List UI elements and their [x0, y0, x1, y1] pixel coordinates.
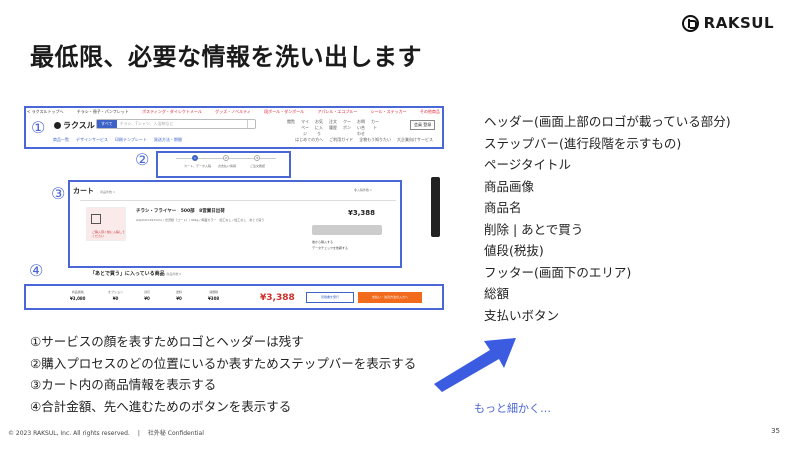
mock-later-count: 商品件数 0 [166, 272, 182, 276]
list-item: 商品名 [484, 200, 522, 215]
marker-3: ③ [51, 184, 66, 203]
list-item: ヘッダー(画面上部のロゴが載っている部分) [484, 114, 731, 129]
marker-1: ① [31, 118, 46, 137]
raksul-logo-icon [681, 14, 699, 32]
list-item: フッター(画面下のエリア) [484, 264, 632, 280]
page-number: 35 [771, 427, 780, 435]
note-item: ①サービスの顔を表すためロゴとヘッダーは残す [30, 334, 304, 349]
marker-2: ② [135, 150, 150, 169]
list-item: ページタイトル [484, 157, 572, 172]
highlight-cart [68, 180, 402, 268]
note-item: ②購入プロセスのどの位置にいるか表すためステップバーを表示する [30, 355, 417, 371]
brand-name: RAKSUL [703, 14, 774, 32]
more-detail-link[interactable]: もっと細かく… [474, 400, 551, 416]
marker-4: ④ [29, 261, 44, 280]
note-item: ③カート内の商品情報を表示する [30, 377, 217, 392]
arrow-icon [434, 338, 516, 392]
copyright: © 2023 RAKSUL, Inc. All rights reserved. [8, 430, 130, 437]
list-item: ステップバー(進行段階を示すもの) [484, 135, 682, 151]
list-item: 値段(税抜) [484, 243, 544, 258]
list-item: 総額 [484, 286, 510, 301]
slide-footer: © 2023 RAKSUL, Inc. All rights reserved.… [8, 430, 204, 437]
mock-later-title-text: 「あとで買う」に入っている商品 [90, 271, 165, 277]
list-item: 支払いボタン [484, 307, 560, 323]
slide-title: 最低限、必要な情報を洗い出します [30, 43, 422, 71]
mock-later-title: 「あとで買う」に入っている商品 商品件数 0 [90, 270, 181, 277]
element-list: ヘッダー(画面上部のロゴが載っている部分) ステップバー(進行段階を示すもの) … [484, 111, 731, 326]
list-item: 削除 | あとで買う [484, 221, 584, 237]
confidential-label: 社外秘 Confidential [147, 430, 204, 437]
brand-logo: RAKSUL [681, 14, 774, 32]
highlight-stepper [156, 151, 291, 178]
cart-page-mockup: < ラクスルトップへ チラシ・冊子・パンフレット ポスティング・ダイレクトメール… [24, 106, 444, 312]
mock-side-tab [431, 177, 440, 237]
highlight-footer [24, 284, 444, 310]
note-item: ④合計金額、先へ進むためのボタンを表示する [30, 398, 292, 414]
highlight-header [24, 106, 444, 149]
list-item: 商品画像 [484, 178, 535, 194]
notes-list: ①サービスの顔を表すためロゴとヘッダーは残す ②購入プロセスのどの位置にいるか表… [30, 331, 416, 417]
